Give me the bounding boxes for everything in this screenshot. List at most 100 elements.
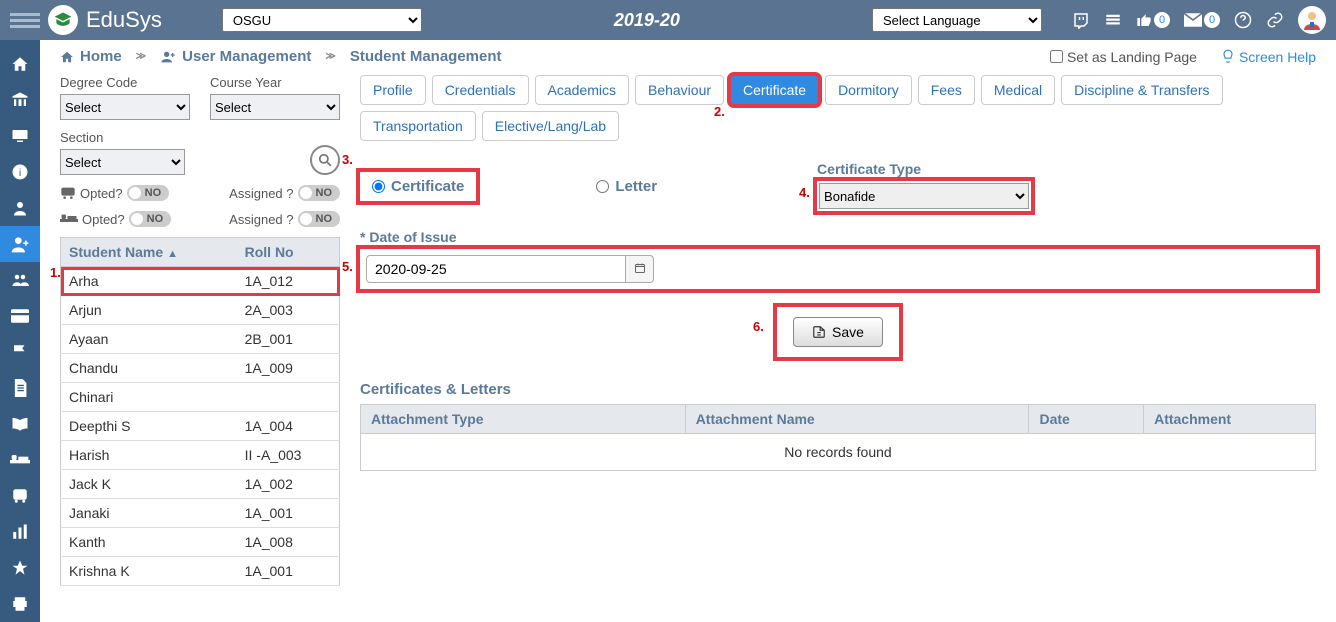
- table-row[interactable]: Krishna K1A_001: [61, 557, 340, 586]
- top-bar: EduSys OSGU 2019-20 Select Language 0 0: [0, 0, 1336, 40]
- annotation-5: 5.: [342, 259, 353, 274]
- date-picker-button[interactable]: [626, 255, 654, 283]
- language-select[interactable]: Select Language: [872, 8, 1042, 32]
- date-label: * Date of Issue: [360, 229, 1316, 245]
- sidebar-desktop[interactable]: [0, 118, 40, 154]
- list-title: Certificates & Letters: [360, 381, 1316, 398]
- breadcrumb: Home ≫ User Management ≫ Student Managem…: [60, 48, 1316, 65]
- sort-asc-icon: ▲: [167, 248, 178, 260]
- institution-select[interactable]: OSGU: [222, 8, 422, 32]
- sidebar-flag[interactable]: [0, 334, 40, 370]
- breadcrumb-home[interactable]: Home: [60, 48, 122, 65]
- sidebar-print[interactable]: [0, 586, 40, 622]
- bed-assigned: Assigned ? NO: [229, 211, 340, 227]
- thumb-icon[interactable]: 0: [1136, 12, 1170, 28]
- col-name: Attachment Name: [685, 405, 1029, 434]
- brand-logo[interactable]: [48, 5, 78, 35]
- mail-icon[interactable]: 0: [1184, 12, 1220, 28]
- table-row[interactable]: Chinari: [61, 383, 340, 412]
- chevron-icon: ≫: [136, 51, 146, 62]
- sidebar-home[interactable]: [0, 46, 40, 82]
- tab-behaviour[interactable]: Behaviour: [635, 75, 724, 105]
- sidebar-user[interactable]: [0, 190, 40, 226]
- sidebar-file[interactable]: [0, 370, 40, 406]
- sidebar-user-add[interactable]: [0, 226, 40, 262]
- search-button[interactable]: [310, 145, 340, 175]
- table-row[interactable]: Deepthi S1A_004: [61, 412, 340, 441]
- svg-text:i: i: [19, 167, 21, 179]
- no-records: No records found: [361, 434, 1316, 471]
- tab-profile[interactable]: Profile: [360, 75, 426, 105]
- list-icon[interactable]: [1104, 11, 1122, 29]
- tab-fees[interactable]: Fees: [918, 75, 975, 105]
- sidebar-info[interactable]: i: [0, 154, 40, 190]
- bus-opted-toggle[interactable]: NO: [127, 185, 170, 201]
- col-date: Date: [1029, 405, 1144, 434]
- sidebar: i: [0, 40, 40, 622]
- tab-dormitory[interactable]: Dormitory: [825, 75, 912, 105]
- avatar[interactable]: [1298, 6, 1326, 34]
- table-row[interactable]: HarishII -A_003: [61, 441, 340, 470]
- annotation-6: 6.: [753, 319, 764, 334]
- course-year-select[interactable]: Select: [210, 94, 340, 120]
- degree-code-select[interactable]: Select: [60, 94, 190, 120]
- sidebar-users[interactable]: [0, 262, 40, 298]
- chevron-icon: ≫: [325, 51, 335, 62]
- sidebar-institution[interactable]: [0, 82, 40, 118]
- annotation-4: 4.: [799, 185, 810, 200]
- bed-opted-toggle[interactable]: NO: [129, 211, 172, 227]
- col-type: Attachment Type: [361, 405, 686, 434]
- annotation-3: 3.: [342, 152, 353, 167]
- bus-assigned: Assigned ? NO: [229, 185, 340, 201]
- bus-assigned-toggle[interactable]: NO: [298, 185, 341, 201]
- student-name-header[interactable]: Student Name▲: [61, 238, 237, 267]
- tab-credentials[interactable]: Credentials: [432, 75, 529, 105]
- letter-radio[interactable]: Letter: [596, 178, 657, 195]
- set-landing-checkbox[interactable]: Set as Landing Page: [1050, 49, 1197, 65]
- top-icons: 0 0: [1072, 6, 1326, 34]
- help-icon[interactable]: [1234, 11, 1252, 29]
- sidebar-chart[interactable]: [0, 514, 40, 550]
- table-row[interactable]: Arha1A_012: [61, 267, 340, 296]
- link-icon[interactable]: [1266, 11, 1284, 29]
- tab-medical[interactable]: Medical: [981, 75, 1055, 105]
- course-year-label: Course Year: [210, 75, 340, 90]
- table-row[interactable]: Janaki1A_001: [61, 499, 340, 528]
- date-input[interactable]: [366, 255, 626, 283]
- cert-type-select[interactable]: Bonafide: [819, 183, 1029, 209]
- records-table: Attachment Type Attachment Name Date Att…: [360, 404, 1316, 471]
- sidebar-star[interactable]: [0, 550, 40, 586]
- screen-help-link[interactable]: Screen Help: [1221, 49, 1316, 65]
- tab-certificate[interactable]: Certificate: [730, 75, 819, 105]
- sidebar-card[interactable]: [0, 298, 40, 334]
- sidebar-bed[interactable]: [0, 442, 40, 478]
- bed-opted: Opted? NO: [60, 211, 171, 227]
- roll-no-header[interactable]: Roll No: [237, 238, 340, 267]
- breadcrumb-user-mgmt[interactable]: User Management: [160, 48, 311, 65]
- sidebar-book[interactable]: [0, 406, 40, 442]
- degree-code-label: Degree Code: [60, 75, 190, 90]
- brand-name: EduSys: [86, 7, 162, 33]
- year-title: 2019-20: [422, 10, 872, 31]
- cert-type-label: Certificate Type: [817, 161, 1031, 177]
- tabs: ProfileCredentialsAcademicsBehaviourCert…: [360, 75, 1316, 141]
- section-label: Section: [60, 130, 185, 145]
- sidebar-bus[interactable]: [0, 478, 40, 514]
- table-row[interactable]: Chandu1A_009: [61, 354, 340, 383]
- hamburger-icon[interactable]: [10, 10, 40, 31]
- twitch-icon[interactable]: [1072, 11, 1090, 29]
- tab-discipline-transfers[interactable]: Discipline & Transfers: [1061, 75, 1222, 105]
- table-row[interactable]: Jack K1A_002: [61, 470, 340, 499]
- tab-academics[interactable]: Academics: [535, 75, 629, 105]
- tab-transportation[interactable]: Transportation: [360, 111, 476, 141]
- section-select[interactable]: Select: [60, 149, 185, 175]
- table-row[interactable]: Kanth1A_008: [61, 528, 340, 557]
- certificate-radio[interactable]: Certificate: [372, 178, 464, 195]
- bed-assigned-toggle[interactable]: NO: [298, 211, 341, 227]
- table-row[interactable]: Ayaan2B_001: [61, 325, 340, 354]
- table-row[interactable]: Arjun2A_003: [61, 296, 340, 325]
- tab-elective-lang-lab[interactable]: Elective/Lang/Lab: [482, 111, 619, 141]
- bus-opted: Opted? NO: [60, 185, 169, 201]
- save-button[interactable]: Save: [793, 317, 883, 347]
- col-attachment: Attachment: [1144, 405, 1316, 434]
